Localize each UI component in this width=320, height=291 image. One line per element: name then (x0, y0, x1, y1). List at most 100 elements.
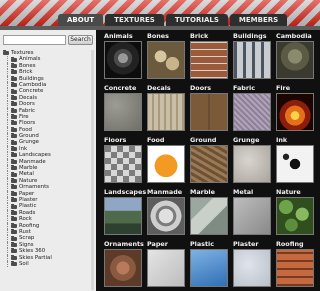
metal-thumbnail[interactable] (233, 197, 271, 235)
category-label[interactable]: Grunge (233, 135, 273, 145)
building-facade-thumbnail[interactable] (233, 41, 271, 79)
category-label[interactable]: Cambodia (276, 31, 316, 41)
category-label[interactable]: Food (147, 135, 187, 145)
category-tree: Textures Animals Bones Brick Buildings Cambo… (2, 50, 94, 290)
category-label[interactable]: Bones (147, 31, 187, 41)
category-tile[interactable]: Decals (147, 83, 187, 131)
grunge-thumbnail[interactable] (233, 145, 271, 183)
category-tile[interactable]: Animals (104, 31, 144, 79)
category-label[interactable]: Nature (276, 187, 316, 197)
category-label[interactable]: Animals (104, 31, 144, 41)
folder-icon (11, 254, 17, 260)
concrete-thumbnail[interactable] (104, 93, 142, 131)
category-tile[interactable]: Nature (276, 187, 316, 235)
folder-icon (11, 101, 17, 107)
category-label[interactable]: Metal (233, 187, 273, 197)
folder-icon (11, 171, 17, 177)
category-label[interactable]: Buildings (233, 31, 273, 41)
folder-icon (11, 152, 17, 158)
nav-tab-about[interactable]: ABOUT (58, 14, 104, 26)
category-tile[interactable]: Ground (190, 135, 230, 183)
doors-thumbnail[interactable] (190, 93, 228, 131)
category-label[interactable]: Floors (104, 135, 144, 145)
paper-thumbnail[interactable] (147, 249, 185, 287)
category-tile[interactable]: Buildings (233, 31, 273, 79)
roof-tiles-thumbnail[interactable] (276, 249, 314, 287)
category-label[interactable]: Fire (276, 83, 316, 93)
category-tile[interactable]: Grunge (233, 135, 273, 183)
category-label[interactable]: Fabric (233, 83, 273, 93)
category-label[interactable]: Concrete (104, 83, 144, 93)
search-button[interactable]: Search (68, 35, 93, 45)
folder-icon (11, 88, 17, 94)
tree-connector (7, 260, 10, 268)
folder-icon (11, 209, 17, 215)
category-tile[interactable]: Bones (147, 31, 187, 79)
skulls-thumbnail[interactable] (147, 41, 185, 79)
marble-thumbnail[interactable] (190, 197, 228, 235)
category-label[interactable]: Manmade (147, 187, 187, 197)
folder-icon (11, 178, 17, 183)
category-tile[interactable]: Paper (147, 239, 187, 287)
landscape-thumbnail[interactable] (104, 197, 142, 235)
category-tile[interactable]: Concrete (104, 83, 144, 131)
category-tile[interactable]: Landscapes (104, 187, 146, 235)
category-label[interactable]: Ornaments (104, 239, 144, 249)
ornament-thumbnail[interactable] (104, 249, 142, 287)
category-tile[interactable]: Roofing (276, 239, 316, 287)
ground-thumbnail[interactable] (190, 145, 228, 183)
category-label[interactable]: Plastic (190, 239, 230, 249)
nav-tab-tutorials[interactable]: TUTORIALS (165, 14, 228, 26)
nav-tab-members[interactable]: MEMBERS (229, 14, 288, 26)
category-label[interactable]: Ink (276, 135, 316, 145)
category-label[interactable]: Decals (147, 83, 187, 93)
folder-icon (11, 203, 17, 209)
folder-icon (11, 241, 17, 247)
folder-icon (11, 56, 17, 62)
category-label[interactable]: Paper (147, 239, 187, 249)
category-tile[interactable]: Fabric (233, 83, 273, 131)
folder-icon (11, 126, 17, 132)
ink-splatter-thumbnail[interactable] (276, 145, 314, 183)
category-label[interactable]: Brick (190, 31, 230, 41)
category-tile[interactable]: Ink (276, 135, 316, 183)
decals-thumbnail[interactable] (147, 93, 185, 131)
category-tile[interactable]: Marble (190, 187, 230, 235)
category-tile[interactable]: Manmade (147, 187, 187, 235)
nav-tab-textures[interactable]: TEXTURES (105, 14, 164, 26)
category-label[interactable]: Ground (190, 135, 230, 145)
category-tile[interactable]: Plaster (233, 239, 273, 287)
fire-thumbnail[interactable] (276, 93, 314, 131)
category-tile[interactable]: Plastic (190, 239, 230, 287)
category-label[interactable]: Roofing (276, 239, 316, 249)
category-tile[interactable]: Floors (104, 135, 144, 183)
category-tile[interactable]: Fire (276, 83, 316, 131)
plaster-thumbnail[interactable] (233, 249, 271, 287)
category-tile[interactable]: Food (147, 135, 187, 183)
tree-item[interactable]: Soil (2, 260, 94, 268)
brick-wall-thumbnail[interactable] (190, 41, 228, 79)
metal-dial-thumbnail[interactable] (147, 197, 185, 235)
category-tile[interactable]: Metal (233, 187, 273, 235)
folder-icon (11, 261, 17, 267)
gorilla-thumbnail[interactable] (104, 41, 142, 79)
stone-carving-thumbnail[interactable] (276, 41, 314, 79)
folder-icon (11, 222, 17, 228)
leaves-thumbnail[interactable] (276, 197, 314, 235)
folder-icon (11, 165, 17, 171)
category-tile[interactable]: Ornaments (104, 239, 144, 287)
floor-tiles-thumbnail[interactable] (104, 145, 142, 183)
tree-scrollbar[interactable] (91, 50, 94, 290)
orange-thumbnail[interactable] (147, 145, 185, 183)
category-label[interactable]: Plaster (233, 239, 273, 249)
category-label[interactable]: Marble (190, 187, 230, 197)
category-label[interactable]: Doors (190, 83, 230, 93)
category-label[interactable]: Landscapes (104, 187, 146, 197)
fabric-thumbnail[interactable] (233, 93, 271, 131)
category-tile[interactable]: Doors (190, 83, 230, 131)
plastic-thumbnail[interactable] (190, 249, 228, 287)
folder-icon (11, 229, 17, 235)
category-tile[interactable]: Cambodia (276, 31, 316, 79)
search-input[interactable] (3, 35, 66, 45)
category-tile[interactable]: Brick (190, 31, 230, 79)
